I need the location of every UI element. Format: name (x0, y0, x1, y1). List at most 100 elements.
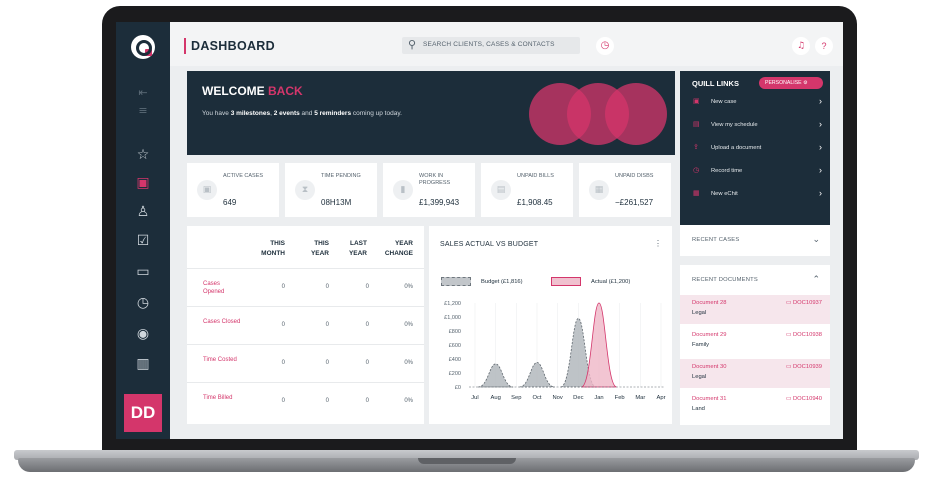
calendar-check-icon[interactable]: ☑ (132, 232, 154, 250)
collapse-icon[interactable]: ⇤ (132, 84, 154, 102)
logo-dot (145, 49, 152, 56)
quick-link-label: View my schedule (711, 122, 758, 128)
document-item[interactable]: Document 31 Land ▭ DOC10940 (680, 391, 830, 420)
folder-icon: ▭ (785, 332, 792, 338)
document-type: Legal (692, 374, 707, 380)
quick-link-record-time[interactable]: ◷ Record time › (680, 161, 830, 183)
chevron-right-icon: › (819, 119, 822, 129)
y-tick-label: £200 (449, 371, 461, 377)
document-item[interactable]: Document 29 Family ▭ DOC10938 (680, 327, 830, 356)
stat-value: 08H13M (321, 198, 352, 207)
y-tick-label: £1,000 (444, 315, 461, 321)
welcome-summary: You have 3 milestones, 2 events and 5 re… (202, 110, 402, 117)
document-item[interactable]: Document 30 Legal ▭ DOC10939 (680, 359, 830, 388)
search-box[interactable]: ⚲ SEARCH CLIENTS, CASES & CONTACTS (402, 37, 580, 54)
table-cell: 0 (325, 322, 329, 328)
row-label: Cases Opened (203, 281, 225, 295)
document-ref-label: DOC10940 (792, 396, 822, 402)
x-tick-label: Jan (594, 395, 603, 401)
echit-icon: ▦ (693, 189, 700, 197)
document-ref[interactable]: ▭ DOC10938 (786, 332, 822, 338)
stat-label: ACTIVE CASES (223, 173, 264, 179)
stat-card-time-pending[interactable]: ⧗ TIME PENDING 08H13M (285, 163, 377, 217)
quick-link-new-case[interactable]: ▣ New case › (680, 92, 830, 114)
sales-chart-svg: £1,200 £1,000 £800 £600 £400 £200 £0 Jul Aug Sep O… (444, 301, 665, 401)
document-name[interactable]: Document 28 (692, 300, 726, 306)
calculator-icon: ▦ (589, 180, 609, 200)
column-header: YEAR CHANGE (384, 240, 413, 257)
quick-link-label: New eChit (711, 191, 738, 197)
column-header: LAST YEAR (348, 240, 367, 257)
timer-button[interactable]: ◷ (596, 37, 614, 55)
table-cell: 0 (325, 284, 329, 290)
table-cell: 0 (365, 398, 369, 404)
document-ref[interactable]: ▭ DOC10937 (786, 300, 822, 306)
document-name[interactable]: Document 31 (692, 396, 726, 402)
document-name[interactable]: Document 29 (692, 332, 726, 338)
summary-milestones: 3 milestones (230, 110, 271, 117)
quick-link-echit[interactable]: ▦ New eChit › (680, 184, 830, 206)
x-tick-label: Apr (656, 395, 665, 401)
chevron-down-icon[interactable]: ⌄ (812, 234, 820, 245)
recent-cases-accordion[interactable]: RECENT CASES ⌄ (680, 225, 830, 256)
quick-link-upload[interactable]: ⇪ Upload a document › (680, 138, 830, 160)
search-input[interactable]: SEARCH CLIENTS, CASES & CONTACTS (423, 41, 555, 48)
row-label: Time Billed (203, 395, 233, 401)
stat-card-unpaid-bills[interactable]: ▤ UNPAID BILLS £1,908.45 (481, 163, 573, 217)
reports-icon[interactable]: ▥ (132, 355, 154, 373)
stat-card-active-cases[interactable]: ▣ ACTIVE CASES 649 (187, 163, 279, 217)
table-cell: 0 (365, 322, 369, 328)
gear-icon: ⚙ (803, 80, 808, 86)
chevron-right-icon: › (819, 188, 822, 198)
column-header: THIS YEAR (310, 240, 329, 257)
filter-icon[interactable]: ≡ (132, 102, 154, 120)
personalise-button[interactable]: PERSONALISE ⚙ (759, 77, 823, 89)
document-ref[interactable]: ▭ DOC10939 (786, 364, 822, 370)
chevron-right-icon: › (819, 142, 822, 152)
document-ref-label: DOC10937 (792, 300, 822, 306)
welcome-title-main: WELCOME (202, 84, 265, 98)
welcome-title-accent: BACK (268, 84, 303, 98)
table-cell: 0 (281, 284, 285, 290)
title-accent-bar (184, 38, 186, 54)
table-row: Time Billed 0 0 0 0% (187, 382, 424, 419)
hourglass-icon: ⧗ (295, 180, 315, 200)
x-tick-label: Nov (553, 395, 563, 401)
briefcase-icon[interactable]: ▣ (132, 174, 154, 192)
help-button[interactable]: ? (815, 37, 833, 55)
row-label: Time Costed (203, 357, 237, 363)
eye-icon[interactable]: ◉ (132, 325, 154, 343)
notifications-button[interactable]: ♫ (792, 37, 810, 55)
x-tick-label: Jul (471, 395, 478, 401)
user-avatar[interactable]: DD (124, 394, 162, 432)
stat-card-unpaid-disbs[interactable]: ▦ UNPAID DISBS −£261,527 (579, 163, 671, 217)
chevron-up-icon[interactable]: ⌃ (812, 274, 820, 285)
summary-reminders: 5 reminders (314, 110, 352, 117)
y-tick-label: £400 (449, 357, 461, 363)
folder-icon: ▭ (785, 300, 792, 306)
quick-link-schedule[interactable]: ▤ View my schedule › (680, 115, 830, 137)
contacts-icon[interactable]: ♙ (132, 203, 154, 221)
document-ref[interactable]: ▭ DOC10940 (786, 396, 822, 402)
y-tick-label: £1,200 (444, 301, 461, 307)
quill-logo[interactable] (131, 35, 155, 59)
table-cell: 0 (365, 360, 369, 366)
document-ref-label: DOC10939 (792, 364, 822, 370)
recent-documents-panel: RECENT DOCUMENTS ⌃ Document 28 Legal ▭ D… (680, 265, 830, 425)
question-icon: ? (821, 41, 827, 51)
stat-value: −£261,527 (615, 198, 654, 207)
table-cell: 0 (281, 398, 285, 404)
document-item[interactable]: Document 28 Legal ▭ DOC10937 (680, 295, 830, 324)
personalise-label: PERSONALISE (765, 80, 802, 86)
stat-label: UNPAID DISBS (615, 173, 654, 179)
sidebar: ⇤ ≡ ☆ ▣ ♙ ☑ ▭ ◷ ◉ ▥ DD (116, 22, 170, 439)
budget-area (519, 362, 555, 388)
stopwatch-icon[interactable]: ◷ (132, 294, 154, 312)
stat-card-wip[interactable]: ▮ WORK IN PROGRESS £1,399,943 (383, 163, 475, 217)
table-cell: 0% (404, 284, 413, 290)
star-icon[interactable]: ☆ (132, 146, 154, 164)
quill-links-panel: QUILL LINKS PERSONALISE ⚙ ▣ New case › ▤… (680, 71, 830, 231)
folder-icon[interactable]: ▭ (132, 263, 154, 281)
summary-events: 2 events (273, 110, 300, 117)
document-name[interactable]: Document 30 (692, 364, 726, 370)
